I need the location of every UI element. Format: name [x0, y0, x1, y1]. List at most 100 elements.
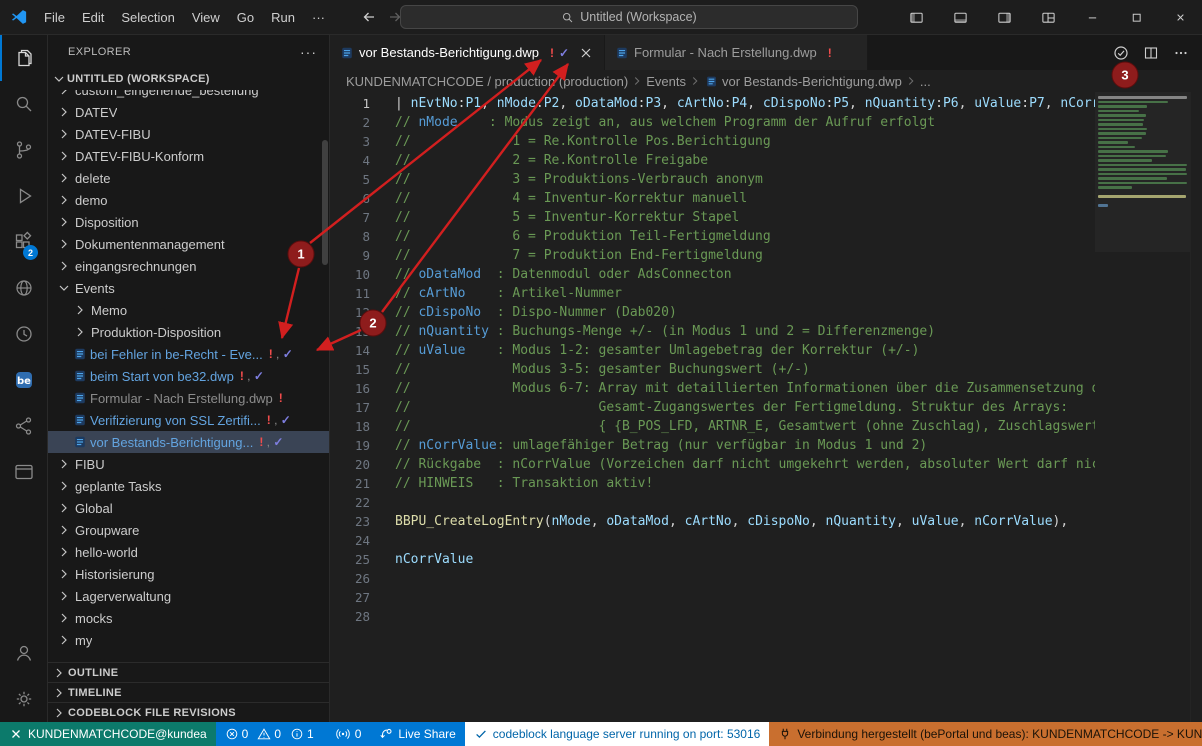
tree-item-lagerverwaltung[interactable]: Lagerverwaltung — [48, 585, 329, 607]
vscode-logo-icon — [10, 8, 28, 26]
code-line: 8// 6 = Produktion Teil-Fertigmeldung — [330, 227, 1095, 246]
code-line: 3// 1 = Re.Kontrolle Pos.Berichtigung — [330, 132, 1095, 151]
split-editor-icon[interactable] — [1138, 40, 1164, 66]
tree-item-disposition[interactable]: Disposition — [48, 211, 329, 233]
line-content: // oDataMod : Datenmodul oder AdsConnect… — [370, 265, 1095, 284]
panel-header-outline[interactable]: OUTLINE — [48, 662, 329, 682]
activity-search[interactable] — [0, 81, 47, 127]
tree-item-mocks[interactable]: mocks — [48, 607, 329, 629]
toggle-panel-icon[interactable] — [938, 0, 982, 34]
tree-item-formular-nach-erstellung-dwp[interactable]: Formular - Nach Erstellung.dwp! — [48, 387, 329, 409]
activity-extensions[interactable]: 2 — [0, 219, 47, 265]
tab-vor-bestands-berichtigung-dwp[interactable]: vor Bestands-Berichtigung.dwp!✓ — [330, 35, 605, 70]
tree-item-custom-eingehende-bestellung[interactable]: custom_eingehende_bestellung — [48, 90, 329, 101]
maximize-button[interactable] — [1114, 0, 1158, 34]
status-live-share[interactable]: Live Share — [370, 722, 464, 746]
tree-item-eingangsrechnungen[interactable]: eingangsrechnungen — [48, 255, 329, 277]
panel-header-codeblock-file-revisions[interactable]: CODEBLOCK FILE REVISIONS — [48, 702, 329, 722]
minimap[interactable] — [1095, 92, 1190, 722]
tree-item-dokumentenmanagement[interactable]: Dokumentenmanagement — [48, 233, 329, 255]
tree-item-datev-fibu-konform[interactable]: DATEV-FIBU-Konform — [48, 145, 329, 167]
clock-icon — [12, 322, 36, 346]
breadcrumb-item[interactable]: ... — [920, 74, 931, 89]
tree-item-groupware[interactable]: Groupware — [48, 519, 329, 541]
customize-layout-icon[interactable] — [1026, 0, 1070, 34]
activity-beas[interactable]: be — [0, 357, 47, 403]
menu-view[interactable]: View — [184, 6, 228, 29]
activity-account[interactable] — [0, 630, 47, 676]
explorer-actions-button[interactable]: ··· — [300, 44, 317, 60]
breadcrumb-item[interactable]: vor Bestands-Berichtigung.dwp — [704, 74, 902, 89]
close-window-button[interactable] — [1158, 0, 1202, 34]
minimap-line — [1098, 146, 1135, 149]
code-line: 7// 5 = Inventur-Korrektur Stapel — [330, 208, 1095, 227]
tree-item-demo[interactable]: demo — [48, 189, 329, 211]
menu-edit[interactable]: Edit — [74, 6, 112, 29]
line-number: 3 — [330, 132, 370, 151]
status-problems[interactable]: 001 — [216, 722, 327, 746]
tree-item-label: Dokumentenmanagement — [75, 237, 225, 252]
tree-item-hello-world[interactable]: hello-world — [48, 541, 329, 563]
activity-settings[interactable] — [0, 676, 47, 722]
activity-source-control[interactable] — [0, 127, 47, 173]
line-number: 20 — [330, 455, 370, 474]
status-remote[interactable]: KUNDENMATCHCODE@kundea — [0, 722, 216, 746]
go-back-button[interactable] — [361, 9, 377, 25]
minimap-line — [1098, 204, 1108, 207]
menu-run[interactable]: Run — [263, 6, 303, 29]
tree-item-label: Events — [75, 281, 115, 296]
chevron-right-icon — [72, 302, 88, 318]
status-connection[interactable]: Verbindung hergestellt (bePortal und bea… — [769, 722, 1202, 746]
activity-history[interactable] — [0, 311, 47, 357]
tree-item-label: vor Bestands-Berichtigung... — [90, 435, 253, 450]
workspace-section-header[interactable]: UNTITLED (WORKSPACE) — [48, 68, 329, 90]
chevron-right-icon — [56, 610, 72, 626]
toggle-secondary-sidebar-icon[interactable] — [982, 0, 1026, 34]
minimize-button[interactable] — [1070, 0, 1114, 34]
tree-item-verifizierung-von-ssl-zertifi[interactable]: Verifizierung von SSL Zertifi...! , ✓ — [48, 409, 329, 431]
tree-item-bei-fehler-in-be-recht-eve[interactable]: bei Fehler in be-Recht - Eve...! , ✓ — [48, 343, 329, 365]
chevron-right-icon — [56, 500, 72, 516]
activity-remote-explorer[interactable] — [0, 449, 47, 495]
tree-item-label: bei Fehler in be-Recht - Eve... — [90, 347, 263, 362]
tree-item-delete[interactable]: delete — [48, 167, 329, 189]
menu-file[interactable]: File — [36, 6, 73, 29]
menu-selection[interactable]: Selection — [113, 6, 182, 29]
chevron-right-icon — [56, 148, 72, 164]
sidebar-scrollbar[interactable] — [322, 140, 328, 265]
more-actions-icon[interactable] — [1168, 40, 1194, 66]
menu-overflow-button[interactable]: ··· — [304, 6, 333, 29]
tree-item-label: my — [75, 633, 92, 648]
status-ports[interactable]: 0 — [327, 722, 371, 746]
menu-go[interactable]: Go — [229, 6, 262, 29]
code-line: 17// Gesamt-Zugangswertes der Fertigmeld… — [330, 398, 1095, 417]
tree-item-my[interactable]: my — [48, 629, 329, 651]
tab-close-button[interactable] — [578, 45, 594, 61]
activity-live-share[interactable] — [0, 265, 47, 311]
toggle-sidebar-icon[interactable] — [894, 0, 938, 34]
activity-explorer[interactable] — [0, 35, 47, 81]
activity-run-debug[interactable] — [0, 173, 47, 219]
tree-item-datev-fibu[interactable]: DATEV-FIBU — [48, 123, 329, 145]
editor[interactable]: 1| nEvtNo:P1, nMode:P2, oDataMod:P3, cAr… — [330, 92, 1202, 722]
breadcrumb-item[interactable]: Events — [646, 74, 686, 89]
panel-header-timeline[interactable]: TIMELINE — [48, 682, 329, 702]
status-language-server[interactable]: codeblock language server running on por… — [465, 722, 770, 746]
activity-share[interactable] — [0, 403, 47, 449]
tree-item-datev[interactable]: DATEV — [48, 101, 329, 123]
tree-item-produktion-disposition[interactable]: Produktion-Disposition — [48, 321, 329, 343]
tree-item-geplante-tasks[interactable]: geplante Tasks — [48, 475, 329, 497]
command-center-search[interactable]: Untitled (Workspace) — [400, 5, 858, 29]
check-circle-icon[interactable] — [1108, 40, 1134, 66]
tree-item-global[interactable]: Global — [48, 497, 329, 519]
tree-item-events[interactable]: Events — [48, 277, 329, 299]
status-error-count: 0 — [225, 727, 249, 741]
tree-item-historisierung[interactable]: Historisierung — [48, 563, 329, 585]
breadcrumb-item[interactable]: KUNDENMATCHCODE / production (production… — [346, 74, 628, 89]
code-area[interactable]: 1| nEvtNo:P1, nMode:P2, oDataMod:P3, cAr… — [330, 94, 1095, 722]
tree-item-fibu[interactable]: FIBU — [48, 453, 329, 475]
tree-item-vor-bestands-berichtigung[interactable]: vor Bestands-Berichtigung...! , ✓ — [48, 431, 329, 453]
tree-item-beim-start-von-be32-dwp[interactable]: beim Start von be32.dwp! , ✓ — [48, 365, 329, 387]
tab-formular-nach-erstellung-dwp[interactable]: Formular - Nach Erstellung.dwp! — [605, 35, 868, 70]
tree-item-memo[interactable]: Memo — [48, 299, 329, 321]
